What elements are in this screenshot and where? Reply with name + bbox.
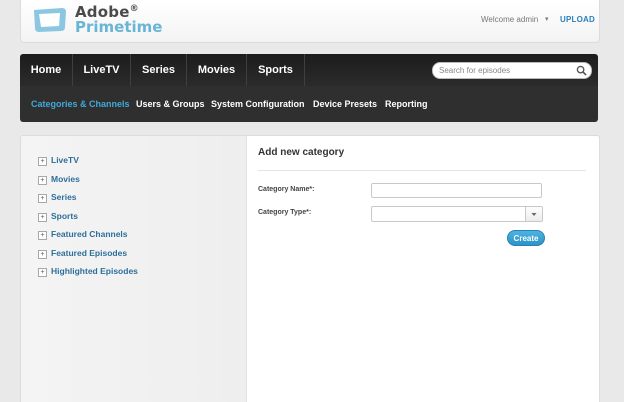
expand-icon[interactable]: + (38, 157, 47, 166)
search-icon[interactable] (576, 65, 587, 76)
secondary-nav-bar: Categories & Channels Users & Groups Sys… (20, 86, 598, 122)
tree-item-label[interactable]: Series (51, 192, 77, 202)
chevron-down-icon[interactable]: ▾ (545, 15, 549, 23)
tree-item-label[interactable]: Featured Channels (51, 229, 128, 239)
category-name-label: Category Name*: (258, 186, 315, 193)
create-button[interactable]: Create (507, 230, 545, 246)
logo-primetime-text: Primetime (75, 18, 163, 36)
chevron-down-icon (531, 213, 537, 216)
primary-nav-bar: Home LiveTV Series Movies Sports (20, 54, 598, 86)
search-input[interactable] (439, 64, 567, 77)
tree-item-label[interactable]: Highlighted Episodes (51, 266, 138, 276)
tree-item-label[interactable]: Featured Episodes (51, 248, 127, 258)
nav-series[interactable]: Series (131, 54, 187, 86)
expand-icon[interactable]: + (38, 176, 47, 185)
nav-movies[interactable]: Movies (187, 54, 247, 86)
expand-icon[interactable]: + (38, 231, 47, 240)
subnav-reporting[interactable]: Reporting (385, 86, 428, 122)
subnav-categories-channels[interactable]: Categories & Channels (31, 86, 130, 122)
category-tree: + LiveTV + Movies + Series + Sports + Fe… (21, 136, 247, 402)
main-navigation: Home LiveTV Series Movies Sports Categor… (20, 54, 598, 122)
content-panel: + LiveTV + Movies + Series + Sports + Fe… (20, 135, 600, 402)
upload-link[interactable]: UPLOAD (560, 15, 595, 24)
expand-icon[interactable]: + (38, 194, 47, 203)
form-title: Add new category (258, 147, 345, 158)
category-type-select[interactable] (371, 206, 543, 222)
search-field[interactable] (432, 62, 592, 79)
welcome-user-menu[interactable]: Welcome admin (481, 15, 538, 24)
expand-icon[interactable]: + (38, 250, 47, 259)
category-type-label: Category Type*: (258, 209, 312, 216)
dropdown-button[interactable] (525, 207, 542, 221)
subnav-system-configuration[interactable]: System Configuration (211, 86, 305, 122)
nav-livetv[interactable]: LiveTV (73, 54, 131, 86)
category-name-field[interactable] (371, 183, 542, 198)
expand-icon[interactable]: + (38, 268, 47, 277)
primetime-logo-icon (34, 8, 66, 32)
top-header: Adobe® Primetime Welcome admin ▾ UPLOAD (20, 0, 600, 43)
divider (258, 170, 586, 171)
subnav-device-presets[interactable]: Device Presets (313, 86, 377, 122)
nav-home[interactable]: Home (20, 54, 73, 86)
expand-icon[interactable]: + (38, 213, 47, 222)
tree-item-label[interactable]: LiveTV (51, 155, 79, 165)
tree-item-label[interactable]: Movies (51, 174, 80, 184)
subnav-users-groups[interactable]: Users & Groups (136, 86, 205, 122)
tree-item-label[interactable]: Sports (51, 211, 78, 221)
nav-sports[interactable]: Sports (247, 54, 305, 86)
